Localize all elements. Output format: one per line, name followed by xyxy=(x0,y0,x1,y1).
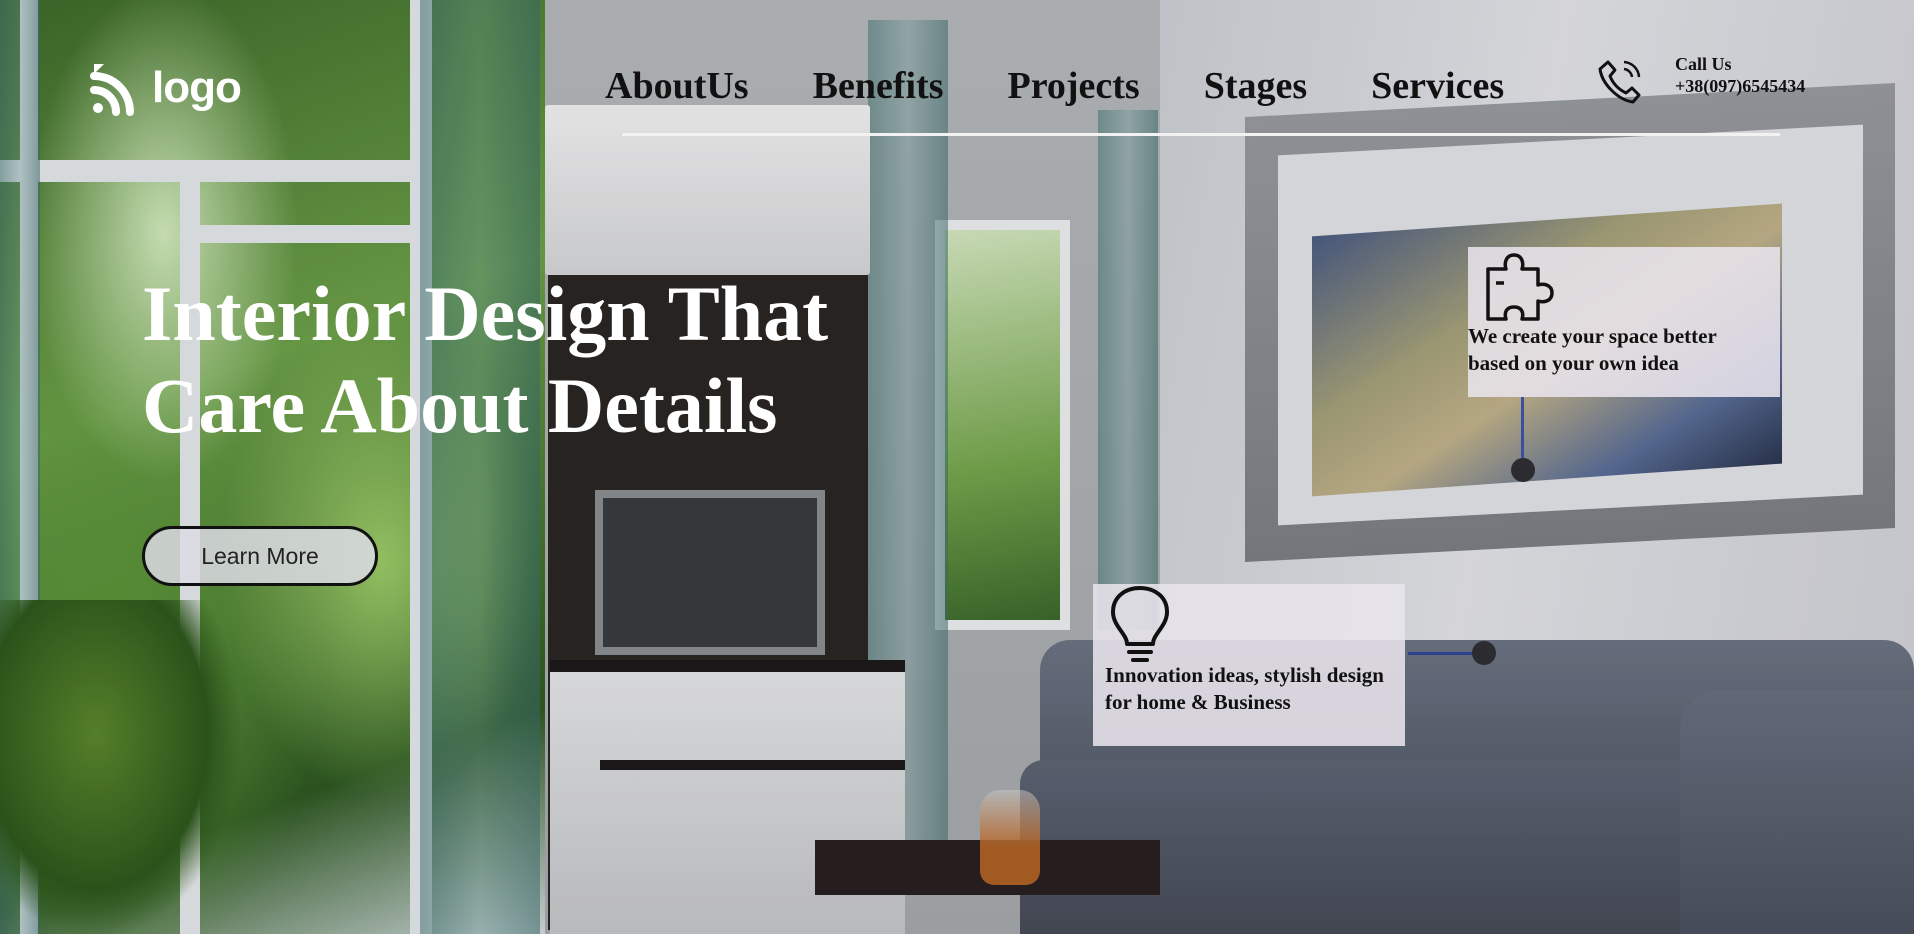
puzzle-icon xyxy=(1486,253,1554,321)
nav-divider xyxy=(622,133,1780,136)
lightbulb-icon xyxy=(1111,586,1169,662)
background-image xyxy=(0,0,1914,934)
nav-link-aboutus[interactable]: AboutUs xyxy=(605,65,749,108)
callout-dot[interactable] xyxy=(1472,641,1496,665)
learn-more-button[interactable]: Learn More xyxy=(142,526,378,586)
main-nav: AboutUs Benefits Projects Stages Service… xyxy=(605,65,1504,108)
feature-card-idea: We create your space better based on you… xyxy=(1468,247,1780,397)
phone-number[interactable]: +38(097)6545434 xyxy=(1675,76,1805,98)
hero-title-line1: Interior Design That xyxy=(142,270,829,357)
nav-link-benefits[interactable]: Benefits xyxy=(813,65,944,108)
hero-title-line2: Care About Details xyxy=(142,362,778,449)
feature-text-innovation-line2: for home & Business xyxy=(1105,690,1291,714)
feature-text-innovation-line1: Innovation ideas, stylish design xyxy=(1105,663,1384,687)
feature-text-innovation: Innovation ideas, stylish design for hom… xyxy=(1105,662,1400,716)
call-us: Call Us +38(097)6545434 xyxy=(1675,54,1805,97)
feature-text-idea: We create your space better based on you… xyxy=(1468,324,1717,375)
nav-link-stages[interactable]: Stages xyxy=(1204,65,1307,108)
nav-link-services[interactable]: Services xyxy=(1371,65,1504,108)
logo[interactable]: logo xyxy=(90,60,242,116)
phone-icon[interactable] xyxy=(1598,58,1642,104)
hero-title: Interior Design That Care About Details xyxy=(142,268,902,452)
logo-icon xyxy=(90,64,134,116)
callout-line xyxy=(1408,652,1478,655)
call-label: Call Us xyxy=(1675,54,1732,74)
nav-link-projects[interactable]: Projects xyxy=(1007,65,1139,108)
logo-text: logo xyxy=(152,63,242,112)
callout-dot[interactable] xyxy=(1511,458,1535,482)
feature-card-innovation: Innovation ideas, stylish design for hom… xyxy=(1093,584,1405,746)
